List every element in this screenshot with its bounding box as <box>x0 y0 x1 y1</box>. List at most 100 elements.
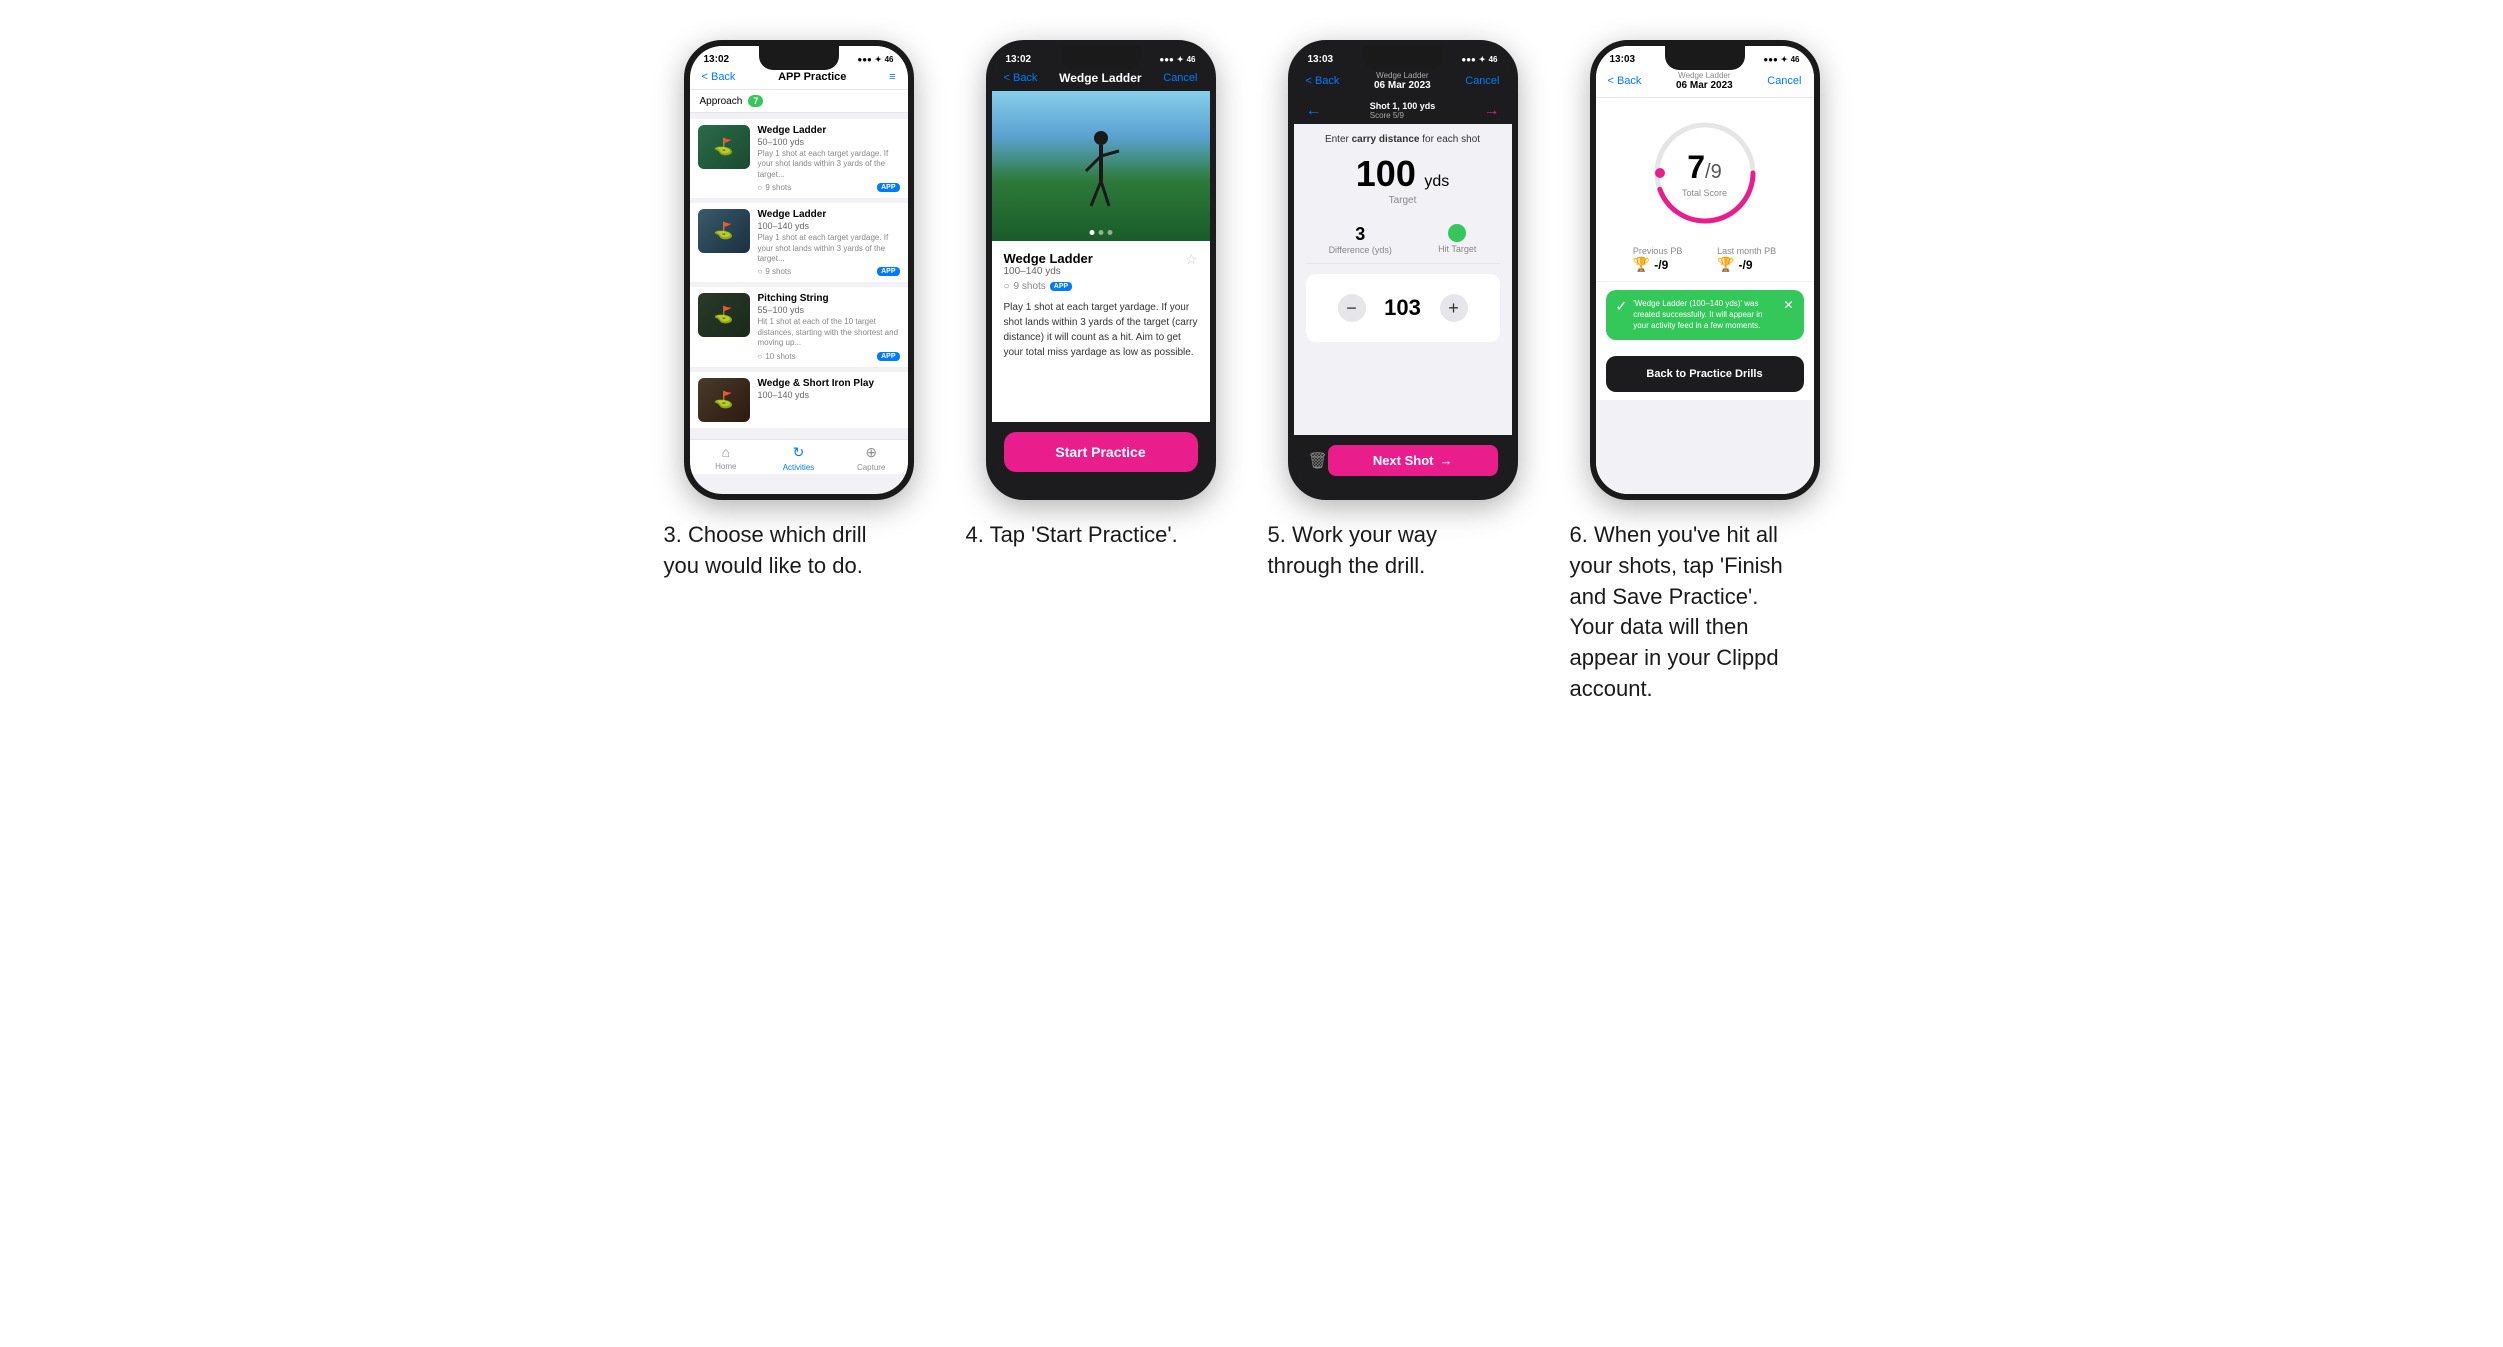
phone-frame-4: 13:02 ●●● ✦ 46 < Back Wedge Ladder Cance… <box>986 40 1216 500</box>
status-icons-6: ●●● ✦ 46 <box>1763 55 1799 64</box>
back-btn-4[interactable]: < Back <box>1004 72 1038 84</box>
dot-2 <box>1098 230 1103 235</box>
nav-bar-6: < Back Wedge Ladder 06 Mar 2023 Cancel <box>1596 67 1814 98</box>
signal-icon-6: ●●● <box>1763 55 1778 64</box>
back-btn-6[interactable]: < Back <box>1608 75 1642 87</box>
back-btn-3[interactable]: < Back <box>702 71 736 83</box>
shots-icon-2: ○ <box>758 352 763 361</box>
drill-yds-4: 100–140 yds <box>1004 266 1093 277</box>
time-5: 13:03 <box>1308 54 1334 65</box>
drill-item-0[interactable]: Wedge Ladder 50–100 yds Play 1 shot at e… <box>690 119 908 199</box>
drill-yds-3: 100–140 yds <box>758 390 900 400</box>
carry-instruction-5: Enter carry distance for each shot <box>1306 134 1500 145</box>
drill-item-3[interactable]: Wedge & Short Iron Play 100–140 yds <box>690 372 908 429</box>
drill-name-1: Wedge Ladder <box>758 209 900 220</box>
nav-bar-3: < Back APP Practice ≡ <box>690 67 908 90</box>
tab-capture-3[interactable]: ⊕ Capture <box>835 444 908 472</box>
drill-yds-2: 55–100 yds <box>758 305 900 315</box>
app-badge-4: APP <box>1050 282 1072 291</box>
score-label-5: Score 5/9 <box>1370 111 1436 120</box>
shots-label-1: 9 shots <box>765 267 791 276</box>
tab-home-3[interactable]: ⌂ Home <box>690 444 763 472</box>
tab-activities-label-3: Activities <box>783 463 815 472</box>
drill-info-2: Pitching String 55–100 yds Hit 1 shot at… <box>758 293 900 360</box>
phone-section-3: 13:02 ●●● ✦ 46 < Back APP Practice ≡ App… <box>664 40 934 705</box>
shot-info-block-5: Shot 1, 100 yds Score 5/9 <box>1370 101 1436 120</box>
prev-pb-val: 🏆 -/9 <box>1633 256 1683 273</box>
drill-desc-0: Play 1 shot at each target yardage. If y… <box>758 149 900 180</box>
phone-screen-4: 13:02 ●●● ✦ 46 < Back Wedge Ladder Cance… <box>992 46 1210 494</box>
drill-name-0: Wedge Ladder <box>758 125 900 136</box>
filter-count-3: 7 <box>748 95 763 107</box>
tab-home-label-3: Home <box>715 462 736 471</box>
drill-info-0: Wedge Ladder 50–100 yds Play 1 shot at e… <box>758 125 900 192</box>
phone-notch-5 <box>1363 46 1443 70</box>
signal-icon-5: ●●● <box>1461 55 1476 64</box>
score-circle-container-6: 7/9 Total Score <box>1596 98 1814 238</box>
drill-item-2[interactable]: Pitching String 55–100 yds Hit 1 shot at… <box>690 287 908 367</box>
cancel-btn-4[interactable]: Cancel <box>1163 72 1197 84</box>
last-month-val: 🏆 -/9 <box>1717 256 1776 273</box>
golf-image-4 <box>992 91 1210 241</box>
drill-info-3: Wedge & Short Iron Play 100–140 yds <box>758 378 900 400</box>
prev-pb-number: -/9 <box>1654 258 1668 272</box>
drill-thumb-1 <box>698 209 750 253</box>
drill-name-2: Pitching String <box>758 293 900 304</box>
signal-icon-4: ●●● <box>1159 55 1174 64</box>
filter-bar-3: Approach 7 <box>690 90 908 113</box>
input-val-5[interactable]: 103 <box>1378 295 1428 321</box>
phone-section-4: 13:02 ●●● ✦ 46 < Back Wedge Ladder Cance… <box>966 40 1236 705</box>
target-yds-5: 100 <box>1356 153 1416 194</box>
next-arrow-5[interactable]: → <box>1484 102 1500 120</box>
tab-activities-3[interactable]: ↻ Activities <box>762 444 835 472</box>
pb-row-6: Previous PB 🏆 -/9 Last month PB 🏆 -/9 <box>1596 238 1814 282</box>
screen2-content-4: Wedge Ladder 100–140 yds ☆ ○ 9 shots APP… <box>992 241 1210 422</box>
minus-btn-5[interactable]: − <box>1338 294 1366 322</box>
filter-label-3[interactable]: Approach <box>700 96 743 107</box>
shots-icon-1: ○ <box>758 267 763 276</box>
signal-icon-3: ●●● <box>857 55 872 64</box>
back-to-drills-btn-6[interactable]: Back to Practice Drills <box>1606 356 1804 392</box>
app-badge-2: APP <box>877 352 899 361</box>
prev-arrow-5[interactable]: ← <box>1306 102 1322 120</box>
hit-stat-5: Hit Target <box>1438 224 1476 255</box>
bookmark-icon-4[interactable]: ☆ <box>1185 251 1198 268</box>
drill-item-1[interactable]: Wedge Ladder 100–140 yds Play 1 shot at … <box>690 203 908 283</box>
drill-yds-0: 50–100 yds <box>758 137 900 147</box>
time-6: 13:03 <box>1610 54 1636 65</box>
nav-title-3: APP Practice <box>778 71 846 83</box>
wifi-icon-3: ✦ <box>875 55 882 64</box>
cancel-btn-6[interactable]: Cancel <box>1767 75 1801 87</box>
delete-icon-5[interactable]: 🗑 <box>1308 451 1328 471</box>
bottom-fill-6 <box>1596 400 1814 494</box>
phone-screen-3: 13:02 ●●● ✦ 46 < Back APP Practice ≡ App… <box>690 46 908 494</box>
menu-btn-3[interactable]: ≡ <box>889 71 895 83</box>
golfer-silhouette-4 <box>1071 126 1131 226</box>
bottom-spacer-5 <box>1294 486 1512 494</box>
back-btn-5[interactable]: < Back <box>1306 75 1340 87</box>
shot-stats-5: 3 Difference (yds) Hit Target <box>1306 216 1500 264</box>
phone-screen-5: 13:03 ●●● ✦ 46 < Back Wedge Ladder 06 Ma… <box>1294 46 1512 494</box>
score-num-6: 7 <box>1687 149 1705 185</box>
toast-close-6[interactable]: ✕ <box>1783 298 1793 312</box>
thumb-golfer-3 <box>698 378 750 422</box>
start-practice-btn-4[interactable]: Start Practice <box>1004 432 1198 472</box>
drill-name-3: Wedge & Short Iron Play <box>758 378 900 389</box>
nav-bar-4: < Back Wedge Ladder Cancel <box>992 67 1210 91</box>
plus-btn-5[interactable]: + <box>1440 294 1468 322</box>
phone-frame-5: 13:03 ●●● ✦ 46 < Back Wedge Ladder 06 Ma… <box>1288 40 1518 500</box>
status-icons-4: ●●● ✦ 46 <box>1159 55 1195 64</box>
shot-nav-5: ← Shot 1, 100 yds Score 5/9 → <box>1294 97 1512 124</box>
dot-1 <box>1089 230 1094 235</box>
shots-4: ○ 9 shots APP <box>1004 281 1198 292</box>
next-shot-bar-5: 🗑 Next Shot → <box>1294 435 1512 486</box>
capture-icon-3: ⊕ <box>865 444 877 461</box>
wifi-icon-5: ✦ <box>1479 55 1486 64</box>
app-badge-1: APP <box>877 267 899 276</box>
score-denom-6: /9 <box>1705 161 1722 183</box>
shots-icon-0: ○ <box>758 183 763 192</box>
cancel-btn-5[interactable]: Cancel <box>1465 75 1499 87</box>
battery-icon-5: 46 <box>1489 55 1498 64</box>
battery-icon-3: 46 <box>885 55 894 64</box>
next-shot-btn-5[interactable]: Next Shot → <box>1328 445 1498 476</box>
